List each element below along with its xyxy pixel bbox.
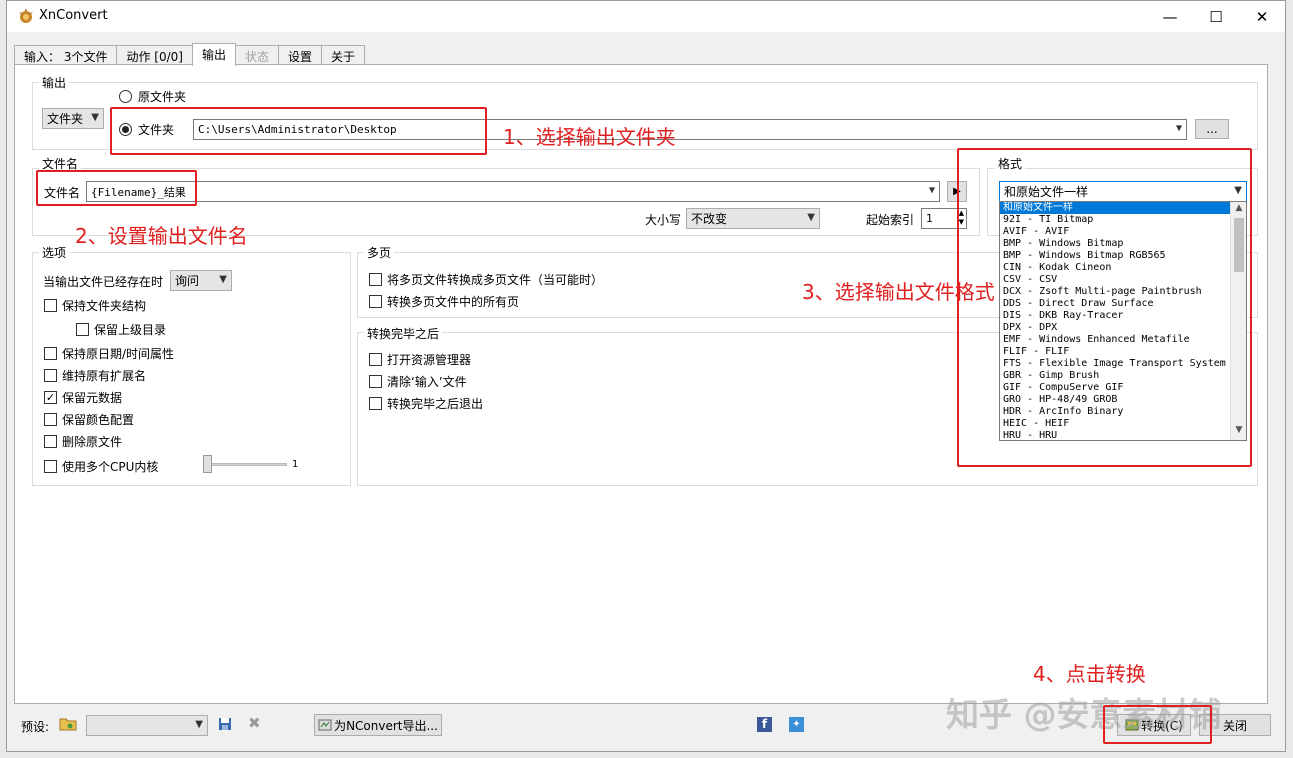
annotation-step1: 1、选择输出文件夹 — [503, 125, 676, 149]
minimize-button[interactable]: — — [1147, 1, 1193, 32]
clear-input-label: 清除‘输入’文件 — [387, 375, 467, 389]
chevron-down-icon[interactable]: ▼ — [929, 185, 935, 196]
keep-color-profile-label: 保留颜色配置 — [62, 413, 135, 427]
facebook-icon[interactable]: f — [757, 717, 772, 732]
save-icon[interactable] — [218, 717, 232, 731]
convert-multipage-checkbox[interactable]: 将多页文件转换成多页文件（当可能时） — [369, 271, 603, 288]
keep-folder-structure-label: 保持文件夹结构 — [62, 299, 147, 313]
cpu-slider-track[interactable] — [205, 463, 287, 466]
tab-settings[interactable]: 设置 — [277, 45, 322, 65]
tab-about[interactable]: 关于 — [321, 45, 366, 65]
preset-combo[interactable]: ▼ — [86, 715, 208, 736]
keep-parent-dir-checkbox[interactable]: 保留上级目录 — [76, 321, 166, 338]
tab-actions[interactable]: 动作 [0/0] — [116, 45, 193, 65]
annotation-box-format — [957, 148, 1252, 467]
tab-strip: 输入： 3个文件 动作 [0/0] 输出 状态 设置 关于 — [14, 43, 366, 66]
radio-original-label: 原文件夹 — [138, 90, 187, 104]
close-button[interactable]: ✕ — [1239, 1, 1285, 32]
case-value: 不改变 — [691, 212, 728, 226]
file-exists-label: 当输出文件已经存在时 — [43, 275, 164, 289]
file-exists-combo[interactable]: 询问 ▼ — [170, 270, 232, 291]
keep-date-label: 保持原日期/时间属性 — [62, 347, 175, 361]
delete-original-checkbox[interactable]: 删除原文件 — [44, 433, 122, 450]
title-bar[interactable]: XnConvert — ☐ ✕ — [7, 1, 1285, 32]
filename-input[interactable]: {Filename}_结果 ▼ — [86, 181, 940, 202]
open-explorer-label: 打开资源管理器 — [387, 353, 472, 367]
convert-all-pages-checkbox[interactable]: 转换多页文件中的所有页 — [369, 293, 519, 310]
case-label: 大小写 — [645, 213, 682, 227]
keep-metadata-checkbox[interactable]: ✓ 保留元数据 — [44, 389, 122, 406]
checkmark-icon: ✓ — [44, 391, 57, 404]
chevron-down-icon: ▼ — [91, 112, 99, 123]
twitter-icon[interactable]: ✦ — [789, 717, 804, 732]
checkbox-icon — [44, 435, 57, 448]
convert-all-pages-label: 转换多页文件中的所有页 — [387, 295, 520, 309]
browse-button[interactable]: ... — [1195, 119, 1229, 139]
keep-date-checkbox[interactable]: 保持原日期/时间属性 — [44, 345, 174, 362]
checkbox-icon — [369, 273, 382, 286]
chevron-down-icon[interactable]: ▼ — [1176, 123, 1182, 134]
checkbox-icon — [44, 299, 57, 312]
checkbox-icon — [369, 295, 382, 308]
checkbox-icon — [369, 353, 382, 366]
delete-original-label: 删除原文件 — [62, 435, 123, 449]
multi-cpu-label: 使用多个CPU内核 — [62, 460, 159, 474]
output-mode-value: 文件夹 — [47, 112, 84, 126]
annotation-step4: 4、点击转换 — [1033, 662, 1146, 686]
chevron-down-icon: ▼ — [195, 719, 203, 730]
keep-folder-structure-checkbox[interactable]: 保持文件夹结构 — [44, 297, 146, 314]
radio-original-folder[interactable]: 原文件夹 — [119, 88, 186, 105]
keep-extension-label: 维持原有扩展名 — [62, 369, 147, 383]
export-icon — [318, 719, 332, 731]
output-mode-combo[interactable]: 文件夹 ▼ — [42, 108, 104, 129]
keep-parent-dir-label: 保留上级目录 — [94, 323, 167, 337]
keep-extension-checkbox[interactable]: 维持原有扩展名 — [44, 367, 146, 384]
maximize-button[interactable]: ☐ — [1193, 1, 1239, 32]
xnconvert-logo-icon — [19, 8, 33, 23]
clear-input-checkbox[interactable]: 清除‘输入’文件 — [369, 373, 467, 390]
keep-color-profile-checkbox[interactable]: 保留颜色配置 — [44, 411, 134, 428]
cpu-count-value: 1 — [292, 459, 299, 470]
multipage-group-title: 多页 — [364, 244, 395, 261]
annotation-box-convert — [1103, 705, 1212, 744]
checkbox-icon — [76, 323, 89, 336]
annotation-step3: 3、选择输出文件格式 — [802, 280, 995, 304]
chevron-down-icon: ▼ — [807, 212, 815, 223]
cpu-slider-thumb[interactable] — [203, 455, 212, 473]
options-group-title: 选项 — [39, 244, 70, 261]
delete-icon[interactable]: ✖ — [248, 714, 261, 732]
case-combo[interactable]: 不改变 ▼ — [686, 208, 820, 229]
file-exists-value: 询问 — [175, 274, 200, 288]
after-conversion-group-title: 转换完毕之后 — [364, 325, 443, 342]
preset-label: 预设: — [21, 720, 50, 734]
export-nconvert-label: 为NConvert导出... — [334, 718, 438, 733]
window-title: XnConvert — [39, 8, 108, 23]
checkbox-icon — [44, 413, 57, 426]
convert-multipage-label: 将多页文件转换成多页文件（当可能时） — [387, 273, 604, 287]
annotation-box-filename — [36, 170, 197, 206]
tab-output[interactable]: 输出 — [191, 43, 236, 66]
folder-open-icon[interactable] — [59, 716, 77, 732]
radio-off-icon — [119, 90, 132, 103]
chevron-down-icon: ▼ — [219, 274, 227, 285]
annotation-box-output-folder — [110, 107, 487, 155]
multi-cpu-checkbox[interactable]: 使用多个CPU内核 — [44, 458, 158, 475]
export-nconvert-button[interactable]: 为NConvert导出... — [314, 714, 442, 736]
tab-status[interactable]: 状态 — [234, 45, 279, 65]
exit-after-checkbox[interactable]: 转换完毕之后退出 — [369, 395, 483, 412]
checkbox-icon — [369, 375, 382, 388]
output-group-title: 输出 — [39, 74, 70, 91]
start-index-value: 1 — [926, 212, 933, 225]
checkbox-icon — [44, 369, 57, 382]
exit-after-label: 转换完毕之后退出 — [387, 397, 484, 411]
checkbox-icon — [369, 397, 382, 410]
start-index-label: 起始索引 — [866, 213, 915, 227]
checkbox-icon — [44, 347, 57, 360]
keep-metadata-label: 保留元数据 — [62, 391, 123, 405]
tab-input[interactable]: 输入： 3个文件 — [14, 45, 118, 65]
open-explorer-checkbox[interactable]: 打开资源管理器 — [369, 351, 471, 368]
checkbox-icon — [44, 460, 57, 473]
annotation-step2: 2、设置输出文件名 — [75, 224, 248, 248]
